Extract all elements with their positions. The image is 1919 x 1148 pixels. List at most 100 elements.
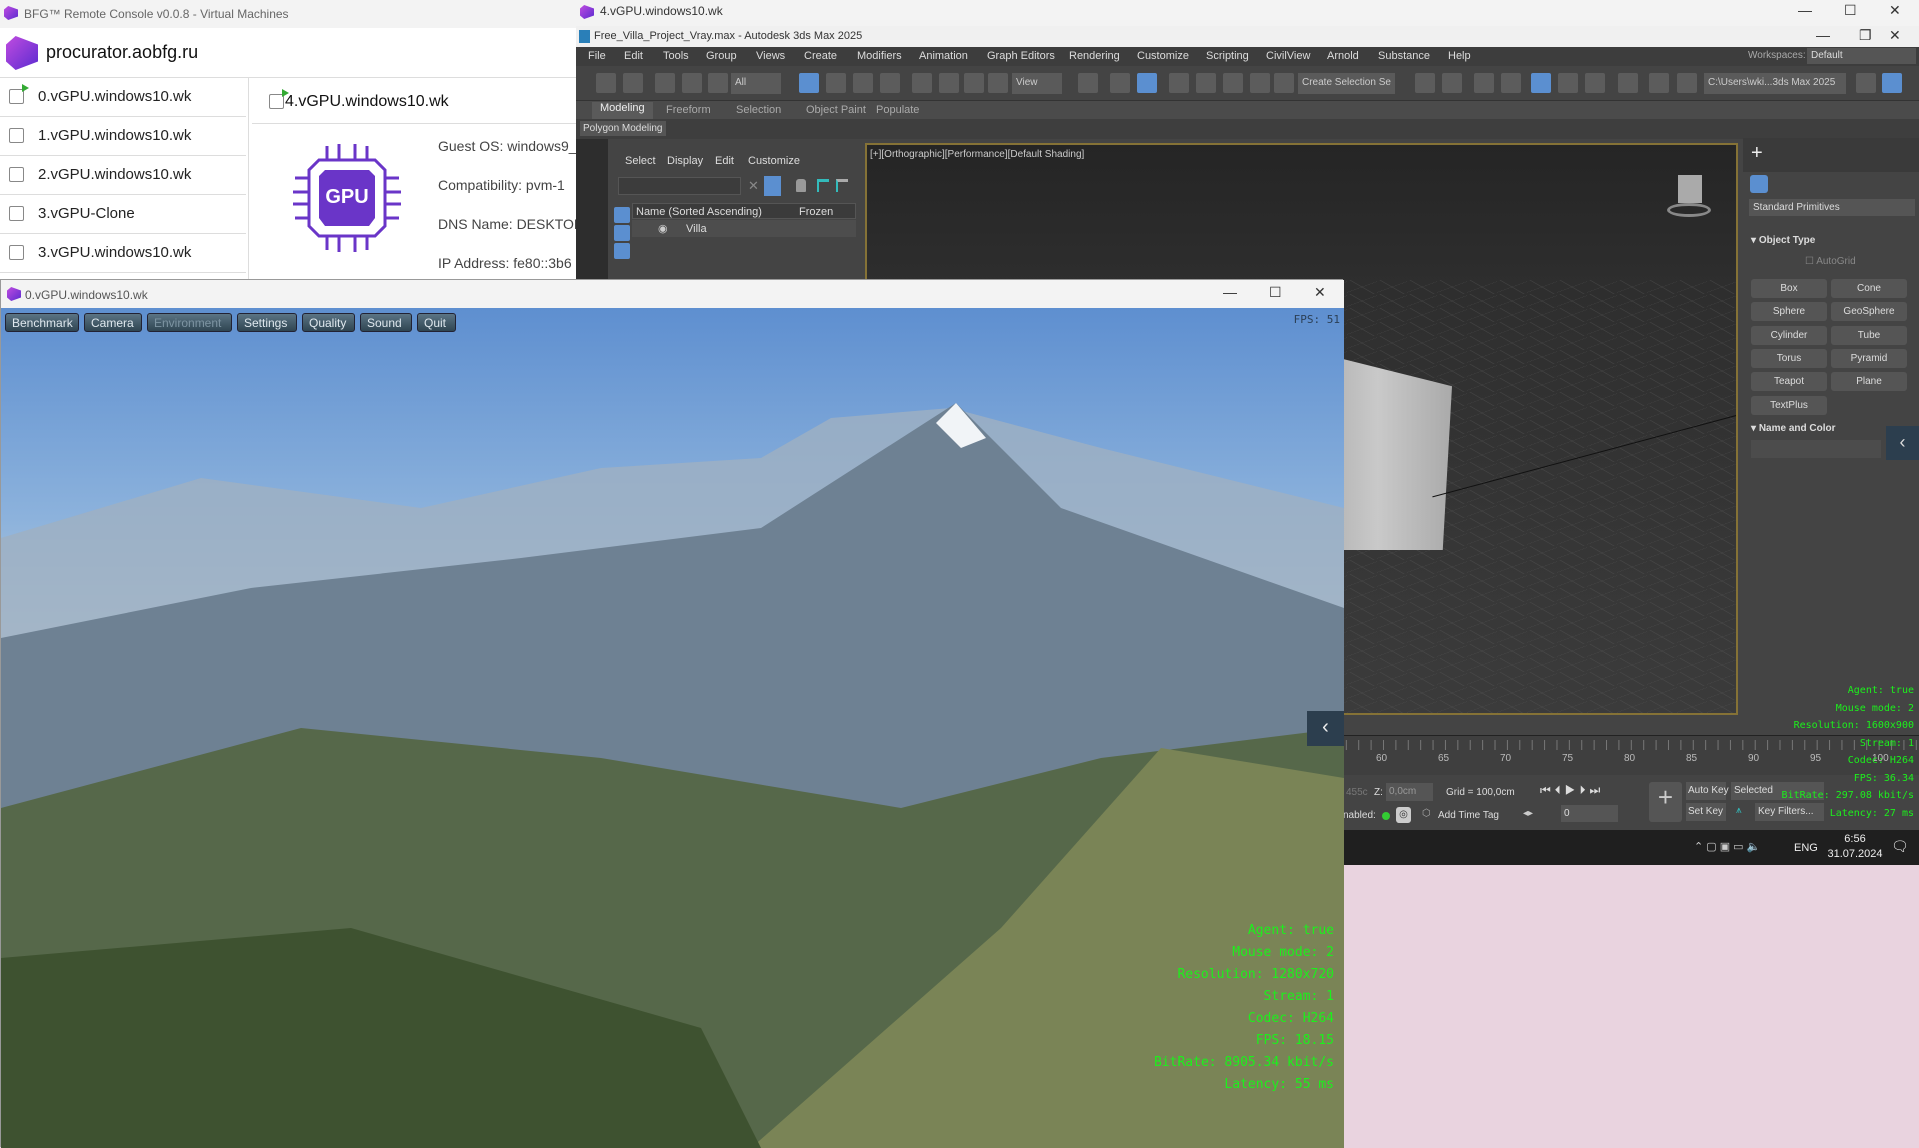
maximize-button[interactable]: ☐ bbox=[1844, 2, 1857, 19]
select-object-icon[interactable] bbox=[799, 73, 819, 93]
schematic-view-icon[interactable] bbox=[1585, 73, 1605, 93]
polygon-modeling-tab[interactable]: Polygon Modeling bbox=[580, 121, 666, 136]
vm-list-item[interactable]: 0.vGPU.windows10.wk bbox=[0, 78, 246, 117]
chevron-left-icon[interactable]: ‹ bbox=[1307, 711, 1344, 746]
minimize-button[interactable]: — bbox=[1223, 284, 1237, 300]
angle-snap-icon[interactable] bbox=[1196, 73, 1216, 93]
mirror-tool-icon[interactable] bbox=[1415, 73, 1435, 93]
vm-list-item[interactable]: 3.vGPU.windows10.wk bbox=[0, 234, 246, 273]
primitive-button-cone[interactable]: Cone bbox=[1831, 279, 1907, 298]
undo-icon[interactable] bbox=[596, 73, 616, 93]
max-close-button[interactable]: ✕ bbox=[1889, 27, 1901, 44]
spinner-snap-icon[interactable] bbox=[1250, 73, 1270, 93]
placement-icon[interactable] bbox=[988, 73, 1008, 93]
game-menu-quit[interactable]: Quit bbox=[417, 313, 456, 332]
ribbon-toggle-icon[interactable] bbox=[1531, 73, 1551, 93]
scene-explorer-toggle-icon[interactable] bbox=[1474, 73, 1494, 93]
explorer-menu-item[interactable]: Select bbox=[625, 155, 656, 167]
vm-list-item[interactable]: 3.vGPU-Clone bbox=[0, 195, 246, 234]
viewport-label-menu[interactable]: [+][Orthographic][Performance][Default S… bbox=[870, 149, 1084, 160]
current-frame-input[interactable]: 0 bbox=[1561, 805, 1618, 822]
object-name-input[interactable] bbox=[1751, 440, 1881, 458]
explorer-menu-item[interactable]: Edit bbox=[715, 155, 734, 167]
game-menu-benchmark[interactable]: Benchmark bbox=[5, 313, 79, 332]
primitive-button-sphere[interactable]: Sphere bbox=[1751, 302, 1827, 322]
menu-substance[interactable]: Substance bbox=[1378, 50, 1430, 62]
move-icon[interactable] bbox=[912, 73, 932, 93]
game-menu-quality[interactable]: Quality bbox=[302, 313, 355, 332]
menu-customize[interactable]: Customize bbox=[1137, 50, 1189, 62]
align-icon[interactable] bbox=[1442, 73, 1462, 93]
menu-modifiers[interactable]: Modifiers bbox=[857, 50, 902, 62]
scale-icon[interactable] bbox=[964, 73, 984, 93]
clock-time[interactable]: 6:56 bbox=[1826, 833, 1884, 845]
project-path-dropdown[interactable]: C:\Users\wki...3ds Max 2025 bbox=[1704, 73, 1846, 94]
time-tag-icon[interactable]: ⬡ bbox=[1422, 808, 1431, 819]
category-dropdown[interactable]: Standard Primitives bbox=[1749, 199, 1915, 216]
tray-icons[interactable]: ⌃ ▢ ▣ ▭ 🔈 bbox=[1694, 840, 1760, 853]
primitive-button-teapot[interactable]: Teapot bbox=[1751, 372, 1827, 392]
key-filters-button[interactable]: Key Filters... bbox=[1755, 803, 1824, 821]
mirror-pivot-icon[interactable] bbox=[1078, 73, 1098, 93]
ribbon-tab-freeform[interactable]: Freeform bbox=[666, 104, 711, 116]
ribbon-tab-object-paint[interactable]: Object Paint bbox=[806, 104, 866, 116]
rendered-frame-icon[interactable] bbox=[1677, 73, 1697, 93]
bind-spacewarp-icon[interactable] bbox=[708, 73, 728, 93]
primitive-button-tube[interactable]: Tube bbox=[1831, 325, 1907, 345]
primitive-button-plane[interactable]: Plane bbox=[1831, 372, 1907, 392]
notification-icon[interactable]: 🗨 bbox=[1891, 838, 1909, 855]
game-menu-sound[interactable]: Sound bbox=[360, 313, 412, 332]
ribbon-tab-populate[interactable]: Populate bbox=[876, 104, 919, 116]
render-setup-icon[interactable] bbox=[1649, 73, 1669, 93]
vm-list-item[interactable]: 2.vGPU.windows10.wk bbox=[0, 156, 246, 195]
game-menu-settings[interactable]: Settings bbox=[237, 313, 297, 332]
chevron-left-icon[interactable]: ‹ bbox=[1886, 426, 1919, 460]
explorer-row-villa[interactable]: ◉ Villa bbox=[632, 220, 856, 237]
window-crossing-icon[interactable] bbox=[880, 73, 900, 93]
menu-edit[interactable]: Edit bbox=[624, 50, 643, 62]
menu-create[interactable]: Create bbox=[804, 50, 837, 62]
menu-tools[interactable]: Tools bbox=[663, 50, 689, 62]
object-type-rollout[interactable]: ▾ Object Type bbox=[1751, 235, 1911, 248]
create-tab-icon[interactable]: + bbox=[1751, 142, 1763, 165]
primitive-button-textplus[interactable]: TextPlus bbox=[1751, 395, 1827, 415]
menu-help[interactable]: Help bbox=[1448, 50, 1471, 62]
selection-filter-dropdown[interactable]: All bbox=[731, 73, 781, 94]
lock-icon[interactable] bbox=[796, 179, 806, 192]
menu-rendering[interactable]: Rendering bbox=[1069, 50, 1120, 62]
hierarchy-expand-icon[interactable] bbox=[836, 179, 848, 192]
autobackup-icon[interactable] bbox=[1882, 73, 1902, 93]
autogrid-checkbox[interactable]: ☐ AutoGrid bbox=[1805, 256, 1856, 267]
set-key-button[interactable]: Set Key bbox=[1686, 803, 1726, 821]
playback-controls[interactable]: ⏮⏴▶⏵⏭ bbox=[1540, 783, 1604, 798]
max-minimize-button[interactable]: — bbox=[1816, 27, 1830, 43]
menu-graph-editors[interactable]: Graph Editors bbox=[987, 50, 1055, 62]
name-color-rollout[interactable]: ▾ Name and Color bbox=[1751, 423, 1891, 434]
frozen-column-header[interactable]: Frozen bbox=[799, 206, 833, 218]
select-by-name-icon[interactable] bbox=[826, 73, 846, 93]
z-coordinate-input[interactable]: 0,0cm bbox=[1386, 783, 1433, 801]
viewcube-icon[interactable] bbox=[1667, 175, 1711, 219]
x-coordinate[interactable]: 455c bbox=[1346, 787, 1368, 798]
game-menu-camera[interactable]: Camera bbox=[84, 313, 142, 332]
select-link-icon[interactable] bbox=[655, 73, 675, 93]
reference-coord-dropdown[interactable]: View bbox=[1012, 73, 1062, 94]
geometry-icon[interactable] bbox=[1750, 175, 1768, 193]
display-shapes-icon[interactable] bbox=[614, 225, 630, 241]
primitive-button-torus[interactable]: Torus bbox=[1751, 348, 1827, 368]
rectangle-selection-icon[interactable] bbox=[853, 73, 873, 93]
edit-named-sets-icon[interactable] bbox=[1274, 73, 1294, 93]
time-slider-mode-icon[interactable]: ◂▸ bbox=[1523, 808, 1533, 819]
explorer-search-input[interactable] bbox=[618, 177, 741, 195]
named-selection-dropdown[interactable]: Create Selection Se bbox=[1298, 73, 1395, 94]
maximize-button[interactable]: ☐ bbox=[1269, 284, 1282, 301]
time-config-button[interactable]: ◎ bbox=[1396, 807, 1411, 823]
menu-animation[interactable]: Animation bbox=[919, 50, 968, 62]
auto-key-button[interactable]: Auto Key bbox=[1686, 782, 1729, 800]
game-viewport[interactable]: Benchmark Camera Environment Settings Qualit… bbox=[1, 308, 1344, 1148]
primitive-button-pyramid[interactable]: Pyramid bbox=[1831, 348, 1907, 368]
use-pivot-icon[interactable] bbox=[1110, 73, 1130, 93]
display-lights-icon[interactable] bbox=[614, 243, 630, 259]
display-objects-icon[interactable] bbox=[614, 207, 630, 223]
key-tangent-icon[interactable]: ⩚ bbox=[1736, 805, 1742, 816]
